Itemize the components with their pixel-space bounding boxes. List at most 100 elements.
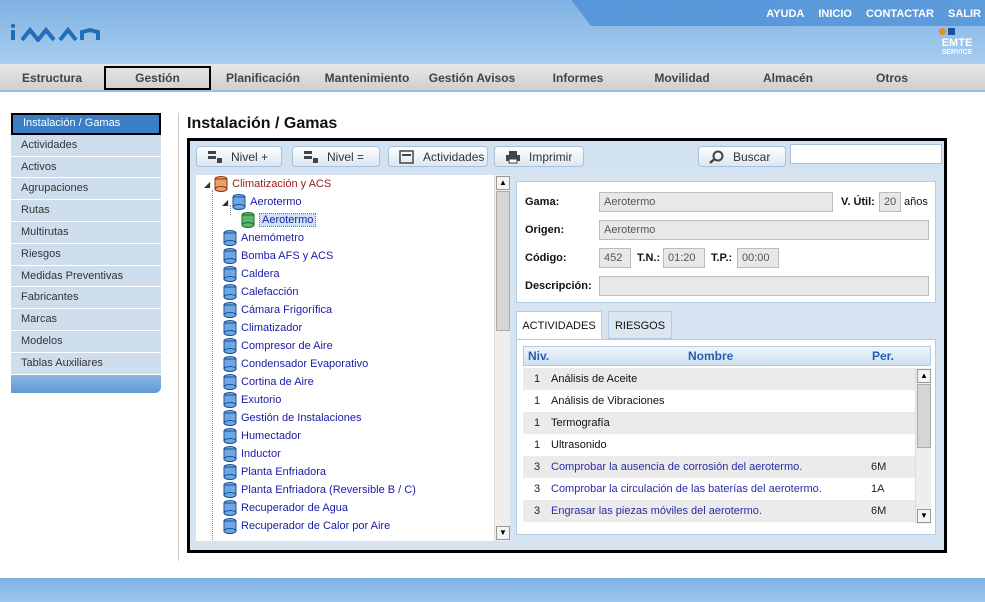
col-niv[interactable]: Niv. (528, 349, 549, 363)
nav-movilidad[interactable]: Movilidad (642, 66, 722, 90)
nivel-plus-button[interactable]: Nivel + (196, 146, 282, 167)
list-row[interactable]: 1 Termografía (523, 412, 915, 434)
tree-guide-line (212, 190, 213, 541)
sidebar-item-activos[interactable]: Activos (11, 156, 161, 179)
nav-gestion-avisos[interactable]: Gestión Avisos (424, 66, 520, 90)
row-nombre: Engrasar las piezas móviles del aeroterm… (551, 505, 762, 517)
tree-node-calefaccion[interactable]: Calefacción (222, 283, 298, 301)
scroll-down-icon[interactable]: ▼ (917, 509, 931, 523)
scroll-up-icon[interactable]: ▲ (496, 176, 510, 190)
list-row[interactable]: 1 Análisis de Vibraciones (523, 390, 915, 412)
scroll-thumb[interactable] (917, 384, 931, 448)
scroll-thumb[interactable] (496, 191, 510, 331)
row-niv: 3 (533, 505, 541, 517)
tree-node-cortina[interactable]: Cortina de Aire (222, 373, 314, 391)
col-nombre[interactable]: Nombre (688, 349, 733, 363)
tree-node-aerotermo-leaf[interactable]: Aerotermo (240, 211, 317, 229)
origen-field[interactable] (599, 220, 929, 240)
tree-node-compresor[interactable]: Compresor de Aire (222, 337, 333, 355)
database-icon (223, 518, 237, 534)
tree-node-label: Humectador (241, 430, 301, 442)
imprimir-button[interactable]: Imprimir (494, 146, 584, 167)
nav-mantenimiento[interactable]: Mantenimiento (318, 66, 416, 90)
list-scrollbar[interactable]: ▲ ▼ (915, 368, 931, 524)
tree-node-inductor[interactable]: Inductor (222, 445, 281, 463)
tree-node-planta-reversible[interactable]: Planta Enfriadora (Reversible B / C) (222, 481, 416, 499)
search-icon (709, 150, 724, 164)
list-row[interactable]: 3 Comprobar la ausencia de corrosión del … (523, 456, 915, 478)
tree-node-recuperador-agua[interactable]: Recuperador de Agua (222, 499, 348, 517)
row-per: 6M (871, 505, 887, 517)
nav-informes[interactable]: Informes (538, 66, 618, 90)
sidebar-item-instalacion-gamas[interactable]: Instalación / Gamas (11, 113, 161, 135)
sidebar-item-actividades[interactable]: Actividades (11, 134, 161, 157)
list-row[interactable]: 1 Ultrasonido (523, 434, 915, 456)
tn-field[interactable] (663, 248, 705, 268)
tree-node-planta[interactable]: Planta Enfriadora (222, 463, 326, 481)
tree-node-camara[interactable]: Cámara Frigorífica (222, 301, 332, 319)
tree-node-root[interactable]: ◢ Climatización y ACS (204, 175, 331, 193)
logout-link[interactable]: SALIR (948, 8, 981, 20)
row-nombre: Análisis de Vibraciones (551, 395, 665, 407)
descripcion-field[interactable] (599, 276, 929, 296)
tab-riesgos[interactable]: RIESGOS (608, 311, 672, 339)
actividades-button[interactable]: Actividades (388, 146, 488, 167)
codigo-label: Código: (525, 252, 567, 264)
tree-node-exutorio[interactable]: Exutorio (222, 391, 281, 409)
tp-field[interactable] (737, 248, 779, 268)
nav-almacen[interactable]: Almacén (748, 66, 828, 90)
tree-node-bomba[interactable]: Bomba AFS y ACS (222, 247, 333, 265)
scroll-up-icon[interactable]: ▲ (917, 369, 931, 383)
col-per[interactable]: Per. (872, 349, 894, 363)
tree-scrollbar[interactable]: ▲ ▼ (494, 175, 510, 541)
tree-node-aerotermo[interactable]: ◢ Aerotermo (222, 193, 302, 211)
tree-level-same-icon (304, 150, 318, 163)
tree-node-caldera[interactable]: Caldera (222, 265, 280, 283)
tree-node-gestion[interactable]: Gestión de Instalaciones (222, 409, 361, 427)
buscar-button[interactable]: Buscar (698, 146, 786, 167)
nav-gestion[interactable]: Gestión (104, 66, 211, 90)
home-link[interactable]: INICIO (818, 8, 852, 20)
sidebar-item-rutas[interactable]: Rutas (11, 200, 161, 222)
tree-node-condensador[interactable]: Condensador Evaporativo (222, 355, 368, 373)
list-row[interactable]: 3 Comprobar la circulación de las batería… (523, 478, 915, 500)
nav-planificacion[interactable]: Planificación (218, 66, 308, 90)
nivel-eq-button[interactable]: Nivel = (292, 146, 380, 167)
sidebar-footer (11, 374, 161, 393)
tree-node-recuperador-calor[interactable]: Recuperador de Calor por Aire (222, 517, 390, 535)
database-icon (223, 266, 237, 282)
vutil-field[interactable] (879, 192, 901, 212)
tree-node-label: Planta Enfriadora (Reversible B / C) (241, 484, 416, 496)
sidebar-item-marcas[interactable]: Marcas (11, 309, 161, 331)
help-link[interactable]: AYUDA (766, 8, 804, 20)
iman-logo[interactable] (10, 22, 100, 48)
actividades-label: Actividades (423, 149, 485, 164)
gama-field[interactable] (599, 192, 833, 212)
sidebar-item-riesgos[interactable]: Riesgos (11, 243, 161, 266)
codigo-field[interactable] (599, 248, 631, 268)
sidebar-item-tablas-auxiliares[interactable]: Tablas Auxiliares (11, 352, 161, 375)
sidebar-item-agrupaciones[interactable]: Agrupaciones (11, 178, 161, 201)
list-header: Niv. Nombre Per. (523, 346, 931, 366)
nav-estructura[interactable]: Estructura (8, 66, 96, 90)
sidebar-item-multirutas[interactable]: Multirutas (11, 221, 161, 244)
tab-actividades[interactable]: ACTIVIDADES (516, 311, 602, 339)
emte-dot-icon (939, 28, 946, 35)
row-niv: 3 (533, 483, 541, 495)
sidebar-item-fabricantes[interactable]: Fabricantes (11, 287, 161, 310)
vutil-label: V. Útil: (841, 196, 875, 208)
sidebar-item-medidas-preventivas[interactable]: Medidas Preventivas (11, 265, 161, 288)
top-links: AYUDA INICIO CONTACTAR SALIR (766, 8, 981, 20)
tree-node-anemometro[interactable]: Anemómetro (222, 229, 304, 247)
sidebar-item-modelos[interactable]: Modelos (11, 330, 161, 353)
contact-link[interactable]: CONTACTAR (866, 8, 934, 20)
database-icon (223, 410, 237, 426)
list-row[interactable]: 1 Análisis de Aceite (523, 368, 915, 390)
scroll-down-icon[interactable]: ▼ (496, 526, 510, 540)
nav-otros[interactable]: Otros (852, 66, 932, 90)
tree-node-climatizador[interactable]: Climatizador (222, 319, 302, 337)
search-input[interactable] (790, 144, 942, 164)
tree-node-humectador[interactable]: Humectador (222, 427, 301, 445)
emte-sub: SERVICE (941, 49, 973, 56)
list-row[interactable]: 3 Engrasar las piezas móviles del aeroter… (523, 500, 915, 522)
